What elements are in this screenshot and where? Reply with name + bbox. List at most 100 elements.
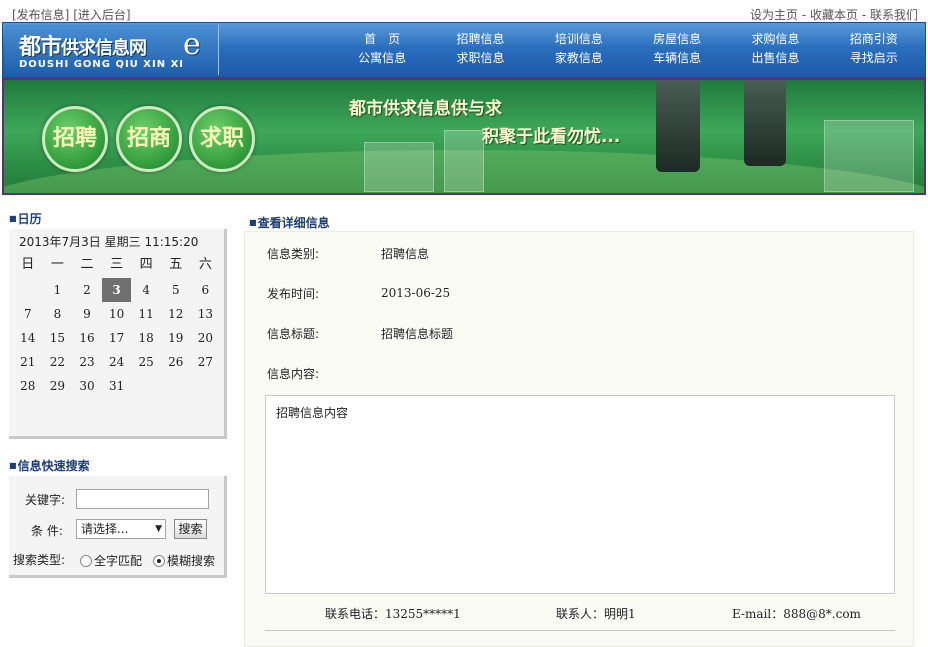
calendar-day[interactable]: 8 (43, 302, 73, 326)
nav-item-investment[interactable]: 招商引资 (825, 30, 923, 49)
detail-panel: 信息类别: 招聘信息 发布时间: 2013-06-25 信息标题: 招聘信息标题… (244, 231, 914, 647)
calendar-weekday-row: 日 一 二 三 四 五 六 (13, 253, 221, 278)
calendar-grid: 日 一 二 三 四 五 六 1 2 3 4 5 6 7 8 9 10 11 12… (13, 253, 221, 398)
set-home-link[interactable]: 设为主页 (750, 8, 798, 22)
contact-person: 联系人：明明1 (556, 607, 636, 621)
weekday-header: 二 (72, 253, 102, 278)
calendar-week-row: 21 22 23 24 25 26 27 (13, 350, 220, 374)
nav-item-jobseek[interactable]: 求职信息 (431, 49, 529, 68)
radio-exact-label: 全字匹配 (94, 554, 143, 568)
calendar-day[interactable]: 21 (13, 350, 43, 374)
search-button[interactable]: 搜索 (174, 519, 207, 539)
calendar-day[interactable]: 16 (72, 326, 102, 350)
nav-item-housing[interactable]: 房屋信息 (628, 30, 726, 49)
content-box: 招聘信息内容 (265, 395, 895, 594)
post-info-link[interactable]: [发布信息] (12, 8, 69, 22)
nav-item-apartment[interactable]: 公寓信息 (333, 49, 431, 68)
radio-fuzzy-label: 模糊搜索 (167, 554, 216, 568)
calendar-day[interactable]: 20 (191, 326, 221, 350)
subject-value: 招聘信息标题 (381, 327, 454, 341)
calendar-day[interactable]: 9 (72, 302, 102, 326)
condition-label: 条 件: (31, 524, 63, 538)
calendar-title: 日历 (9, 210, 42, 227)
calendar-day[interactable]: 2 (72, 278, 102, 302)
calendar-day[interactable]: 19 (161, 326, 191, 350)
calendar-day-today[interactable]: 3 (101, 278, 132, 302)
content-label: 信息内容: (267, 367, 320, 381)
quick-search-panel: 关键字: 条 件: 请选择... ▼ 搜索 搜索类型: 全字匹配 模糊搜索 (9, 476, 227, 578)
calendar-day (191, 374, 221, 398)
radio-fuzzy-search[interactable]: 模糊搜索 (153, 552, 215, 569)
calendar-day[interactable]: 5 (161, 278, 191, 302)
calendar-day (161, 374, 191, 398)
calendar-week-row: 14 15 16 17 18 19 20 (13, 326, 220, 350)
weekday-header: 一 (42, 253, 73, 278)
calendar-day[interactable]: 4 (131, 278, 161, 302)
detail-title: 查看详细信息 (249, 214, 330, 231)
calendar-day[interactable]: 11 (131, 302, 161, 326)
condition-selected-value: 请选择... (81, 522, 129, 536)
weekday-header: 三 (101, 253, 132, 278)
calendar-day[interactable]: 22 (43, 350, 73, 374)
publish-time-value: 2013-06-25 (381, 286, 451, 300)
main-nav: 首 页 招聘信息 培训信息 房屋信息 求购信息 招商引资 公寓信息 求职信息 家… (333, 30, 923, 68)
banner-building (364, 142, 434, 192)
site-header: 都市供求信息网 e DOUSHI GONG QIU XIN XI 首 页 招聘信… (2, 22, 926, 78)
calendar-day[interactable]: 14 (13, 326, 43, 350)
nav-item-notice[interactable]: 寻找启示 (825, 49, 923, 68)
calendar-day[interactable]: 1 (43, 278, 73, 302)
banner-jobseek-button[interactable]: 求职 (189, 106, 255, 172)
admin-link[interactable]: [进入后台] (73, 8, 130, 22)
nav-item-vehicle[interactable]: 车辆信息 (628, 49, 726, 68)
weekday-header: 四 (131, 253, 161, 278)
site-logo[interactable]: 都市供求信息网 e DOUSHI GONG QIU XIN XI (5, 25, 219, 75)
logo-e-icon: e (183, 27, 201, 62)
calendar-day[interactable]: 31 (102, 374, 132, 398)
keyword-input[interactable] (76, 489, 209, 509)
logo-title-main: 都市 (19, 35, 62, 60)
nav-item-training[interactable]: 培训信息 (530, 30, 628, 49)
bookmark-link[interactable]: 收藏本页 (810, 8, 858, 22)
calendar-day[interactable]: 7 (13, 302, 43, 326)
calendar-week-row: 28 29 30 31 (13, 374, 220, 398)
calendar-day[interactable]: 23 (72, 350, 102, 374)
weekday-header: 日 (13, 253, 43, 278)
nav-item-sell[interactable]: 出售信息 (726, 49, 824, 68)
nav-item-buy[interactable]: 求购信息 (726, 30, 824, 49)
banner-investment-button[interactable]: 招商 (116, 106, 182, 172)
logo-subtitle: DOUSHI GONG QIU XIN XI (19, 59, 184, 70)
calendar-day[interactable]: 30 (72, 374, 102, 398)
calendar-day[interactable]: 25 (131, 350, 161, 374)
nav-item-recruit[interactable]: 招聘信息 (431, 30, 529, 49)
calendar-datetime: 2013年7月3日 星期三 11:15:20 (19, 235, 199, 249)
calendar-day[interactable]: 18 (131, 326, 161, 350)
nav-item-tutor[interactable]: 家教信息 (530, 49, 628, 68)
nav-item-home[interactable]: 首 页 (333, 30, 431, 49)
contact-link[interactable]: 联系我们 (870, 8, 918, 22)
radio-unchecked-icon (80, 555, 92, 567)
search-title: 信息快速搜索 (9, 457, 90, 474)
top-left-links: [发布信息] [进入后台] (12, 6, 131, 23)
separator: - (801, 8, 810, 22)
calendar-day[interactable]: 29 (43, 374, 73, 398)
calendar-day[interactable]: 10 (102, 302, 132, 326)
calendar-day[interactable]: 12 (161, 302, 191, 326)
calendar-day[interactable]: 24 (102, 350, 132, 374)
nav-row-2: 公寓信息 求职信息 家教信息 车辆信息 出售信息 寻找启示 (333, 49, 923, 68)
top-utility-bar: [发布信息] [进入后台] 设为主页 - 收藏本页 - 联系我们 (0, 0, 928, 24)
category-label: 信息类别: (267, 247, 320, 261)
condition-select[interactable]: 请选择... ▼ (76, 519, 166, 539)
subject-label: 信息标题: (267, 327, 320, 341)
calendar-day[interactable]: 17 (102, 326, 132, 350)
calendar-day (131, 374, 161, 398)
calendar-day[interactable]: 26 (161, 350, 191, 374)
logo-title-rest: 供求信息网 (61, 38, 147, 59)
radio-exact-match[interactable]: 全字匹配 (80, 552, 142, 569)
calendar-day[interactable]: 13 (191, 302, 221, 326)
calendar-day[interactable]: 28 (13, 374, 43, 398)
banner-recruit-button[interactable]: 招聘 (42, 106, 108, 172)
calendar-day[interactable]: 15 (43, 326, 73, 350)
calendar-day[interactable]: 6 (191, 278, 221, 302)
banner-building (824, 120, 914, 192)
calendar-day[interactable]: 27 (191, 350, 221, 374)
